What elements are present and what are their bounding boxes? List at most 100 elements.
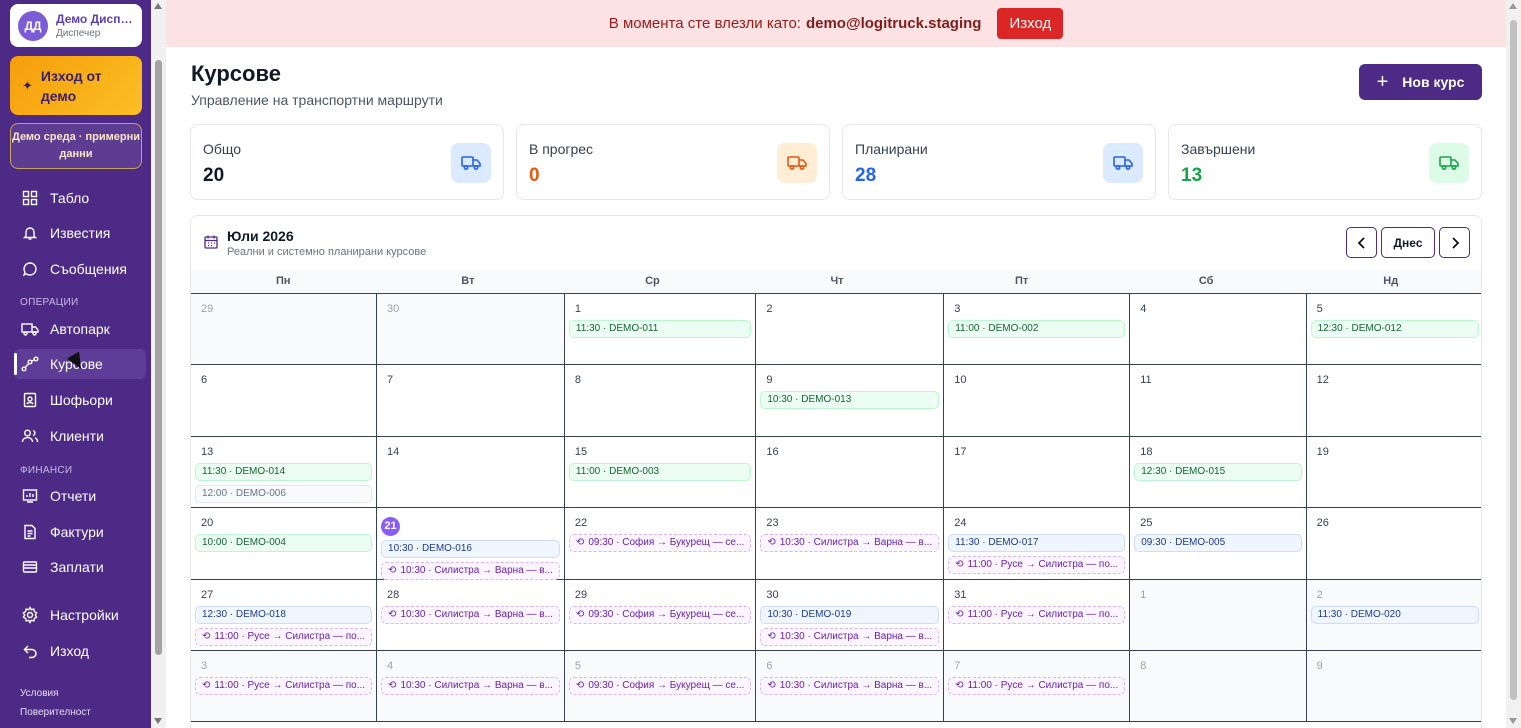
calendar-day-cell[interactable]: 8 — [564, 365, 757, 437]
exit-demo-button[interactable]: ✦ Изход от демо — [10, 56, 142, 115]
recurring-course-event[interactable]: ⟲ 10:30 · Силистра → Варна — в... — [760, 627, 940, 646]
sidebar-item-salaries[interactable]: Заплати — [14, 552, 146, 582]
calendar-day-cell[interactable]: 4 — [1130, 294, 1307, 366]
sidebar-item-notifications[interactable]: Известия — [14, 218, 146, 248]
calendar-day-cell[interactable]: 22 ⟲ 09:30 · София → Букурещ — се... — [564, 508, 757, 580]
course-event[interactable]: 11:00 · DEMO-002 — [948, 320, 1126, 338]
course-event[interactable]: 10:30 · DEMO-013 — [760, 391, 940, 410]
course-event[interactable]: 12:30 · DEMO-012 — [1310, 320, 1479, 338]
recurring-course-event[interactable]: ⟲ 10:30 · Силистра → Варна — в... — [760, 676, 940, 695]
course-event[interactable]: 11:00 · DEMO-003 — [568, 462, 752, 481]
terms-link[interactable]: Условия — [20, 688, 59, 699]
calendar-day-cell[interactable]: 15 11:00 · DEMO-003 — [564, 436, 757, 509]
course-event[interactable]: 11:30 · DEMO-017 — [948, 534, 1126, 553]
course-event[interactable]: 10:30 · DEMO-016 — [381, 540, 560, 559]
calendar-day-cell[interactable]: 31 ⟲ 11:00 · Русе → Силистра — по... — [944, 579, 1131, 651]
scroll-down-icon[interactable] — [154, 718, 162, 724]
sidebar-item-dashboard[interactable]: Табло — [14, 183, 146, 213]
sidebar-item-settings[interactable]: Настройки — [14, 600, 146, 630]
calendar-day-cell[interactable]: 6 — [191, 365, 378, 437]
scroll-down-icon[interactable] — [1509, 718, 1517, 724]
calendar-day-cell[interactable]: 1 — [1130, 579, 1307, 651]
calendar-day-cell[interactable]: 26 — [1306, 508, 1481, 580]
privacy-link[interactable]: Поверителност — [20, 707, 91, 718]
sidebar-item-clients[interactable]: Клиенти — [14, 421, 146, 451]
sidebar-item-logout[interactable]: Изход — [14, 636, 146, 666]
calendar-day-cell[interactable]: 9 10:30 · DEMO-013 — [756, 365, 945, 437]
sidebar-scrollbar[interactable] — [151, 0, 166, 728]
calendar-day-cell[interactable]: 16 — [756, 436, 945, 509]
user-card[interactable]: ДД Демо Диспечер Диспечер — [10, 4, 142, 47]
calendar-day-cell[interactable]: 30 — [377, 294, 565, 366]
recurring-course-event[interactable]: ⟲ 10:30 · Силистра → Варна — в... — [381, 562, 560, 581]
calendar-day-cell[interactable]: 20 10:00 · DEMO-004 — [191, 508, 378, 580]
calendar-day-cell[interactable]: 1 11:30 · DEMO-011 — [564, 294, 757, 366]
recurring-course-event[interactable]: ⟲ 09:30 · София → Букурещ — се... — [568, 605, 752, 624]
calendar-day-cell[interactable]: 5 12:30 · DEMO-012 — [1306, 294, 1481, 366]
recurring-course-event[interactable]: ⟲ 10:30 · Силистра → Варна — в... — [381, 676, 560, 695]
calendar-day-cell[interactable]: 8 — [1130, 650, 1307, 723]
calendar-day-cell[interactable]: 24 11:30 · DEMO-017 ⟲ 11:00 · Русе → Силист… — [944, 508, 1131, 580]
calendar-day-cell[interactable]: 25 09:30 · DEMO-005 — [1130, 508, 1307, 580]
course-event[interactable]: 12:00 · DEMO-006 — [195, 484, 373, 503]
course-event[interactable]: 12:30 · DEMO-015 — [1134, 462, 1302, 481]
recurring-course-event[interactable]: ⟲ 10:30 · Силистра → Варна — в... — [760, 534, 940, 553]
calendar-day-cell[interactable]: 6 ⟲ 10:30 · Силистра → Варна — в... — [756, 650, 945, 723]
calendar-day-cell[interactable]: 11 — [1130, 365, 1307, 437]
sidebar-item-invoices[interactable]: Фактури — [14, 517, 146, 547]
calendar-day-cell[interactable]: 13 11:30 · DEMO-014 12:00 · DEMO-006 — [191, 436, 378, 509]
today-button[interactable]: Днес — [1381, 227, 1435, 258]
calendar-day-cell[interactable]: 27 12:30 · DEMO-018 ⟲ 11:00 · Русе → Силист… — [191, 579, 378, 651]
calendar-day-cell[interactable]: 12 — [1306, 365, 1481, 437]
calendar-day-cell[interactable]: 29 — [191, 294, 378, 366]
recurring-course-event[interactable]: ⟲ 11:00 · Русе → Силистра — по... — [948, 676, 1126, 695]
course-event[interactable]: 11:30 · DEMO-014 — [195, 462, 373, 481]
recurring-course-event[interactable]: ⟲ 11:00 · Русе → Силистра — по... — [948, 605, 1126, 624]
course-event[interactable]: 10:00 · DEMO-004 — [195, 534, 373, 553]
recurring-course-event[interactable]: ⟲ 10:30 · Силистра → Варна — в... — [381, 605, 560, 624]
calendar-day-cell[interactable]: 2 — [756, 294, 945, 366]
calendar-day-cell[interactable]: 21 10:30 · DEMO-016 ⟲ 10:30 · Силистра → Ва… — [377, 508, 565, 581]
sidebar-item-fleet[interactable]: Автопарк — [14, 314, 146, 344]
next-month-button[interactable] — [1439, 227, 1470, 258]
calendar-day-cell[interactable]: 9 — [1306, 650, 1481, 723]
calendar-day-cell[interactable]: 3 11:00 · DEMO-002 — [944, 294, 1131, 366]
calendar-day-cell[interactable]: 3 ⟲ 11:00 · Русе → Силистра — по... — [191, 650, 378, 723]
banner-logout-button[interactable]: Изход — [997, 8, 1064, 39]
calendar-day-cell[interactable]: 7 — [377, 365, 565, 437]
course-event[interactable]: 12:30 · DEMO-018 — [195, 605, 373, 624]
recurring-course-event[interactable]: ⟲ 09:30 · София → Букурещ — се... — [568, 676, 752, 695]
new-course-button[interactable]: + Нов курс — [1359, 64, 1482, 100]
course-event[interactable]: 09:30 · DEMO-005 — [1134, 534, 1302, 553]
calendar-day-cell[interactable]: 30 10:30 · DEMO-019 ⟲ 10:30 · Силистра → Ва… — [756, 579, 945, 651]
calendar-day-cell[interactable]: 28 ⟲ 10:30 · Силистра → Варна — в... — [377, 579, 565, 651]
calendar-day-cell[interactable]: 7 ⟲ 11:00 · Русе → Силистра — по... — [944, 650, 1131, 723]
prev-month-button[interactable] — [1346, 227, 1377, 258]
scroll-up-icon[interactable] — [1509, 3, 1517, 9]
calendar-day-cell[interactable]: 19 — [1306, 437, 1481, 509]
calendar-day-cell[interactable]: 5 ⟲ 09:30 · София → Букурещ — се... — [564, 650, 757, 723]
calendar-day-cell[interactable]: 2 11:30 · DEMO-020 — [1306, 579, 1481, 651]
event-label: 09:30 · София → Букурещ — се... — [588, 608, 745, 620]
recurring-course-event[interactable]: ⟲ 11:00 · Русе → Силистра — по... — [195, 627, 373, 646]
sidebar-item-drivers[interactable]: Шофьори — [14, 385, 146, 415]
scroll-up-icon[interactable] — [154, 3, 162, 9]
course-event[interactable]: 11:30 · DEMO-020 — [1310, 605, 1479, 624]
calendar-day-cell[interactable]: 17 — [944, 436, 1131, 509]
calendar-day-cell[interactable]: 4 ⟲ 10:30 · Силистра → Варна — в... — [377, 650, 565, 723]
sidebar-item-messages[interactable]: Съобщения — [14, 254, 146, 284]
sidebar-item-reports[interactable]: Отчети — [14, 481, 146, 511]
course-event[interactable]: 11:30 · DEMO-011 — [568, 320, 752, 338]
calendar-day-cell[interactable]: 29 ⟲ 09:30 · София → Букурещ — се... — [564, 579, 757, 651]
recurring-course-event[interactable]: ⟲ 11:00 · Русе → Силистра — по... — [195, 676, 373, 695]
calendar-day-cell[interactable]: 10 — [944, 365, 1131, 437]
scrollbar-thumb[interactable] — [1510, 20, 1517, 700]
calendar-day-cell[interactable]: 18 12:30 · DEMO-015 — [1130, 436, 1307, 509]
recurring-course-event[interactable]: ⟲ 11:00 · Русе → Силистра — по... — [948, 556, 1126, 575]
scrollbar-thumb[interactable] — [155, 60, 162, 655]
page-scrollbar[interactable] — [1506, 0, 1521, 728]
calendar-day-cell[interactable]: 14 — [377, 436, 565, 509]
calendar-day-cell[interactable]: 23 ⟲ 10:30 · Силистра → Варна — в... — [756, 508, 945, 580]
recurring-course-event[interactable]: ⟲ 09:30 · София → Букурещ — се... — [568, 534, 752, 553]
course-event[interactable]: 10:30 · DEMO-019 — [760, 605, 940, 624]
